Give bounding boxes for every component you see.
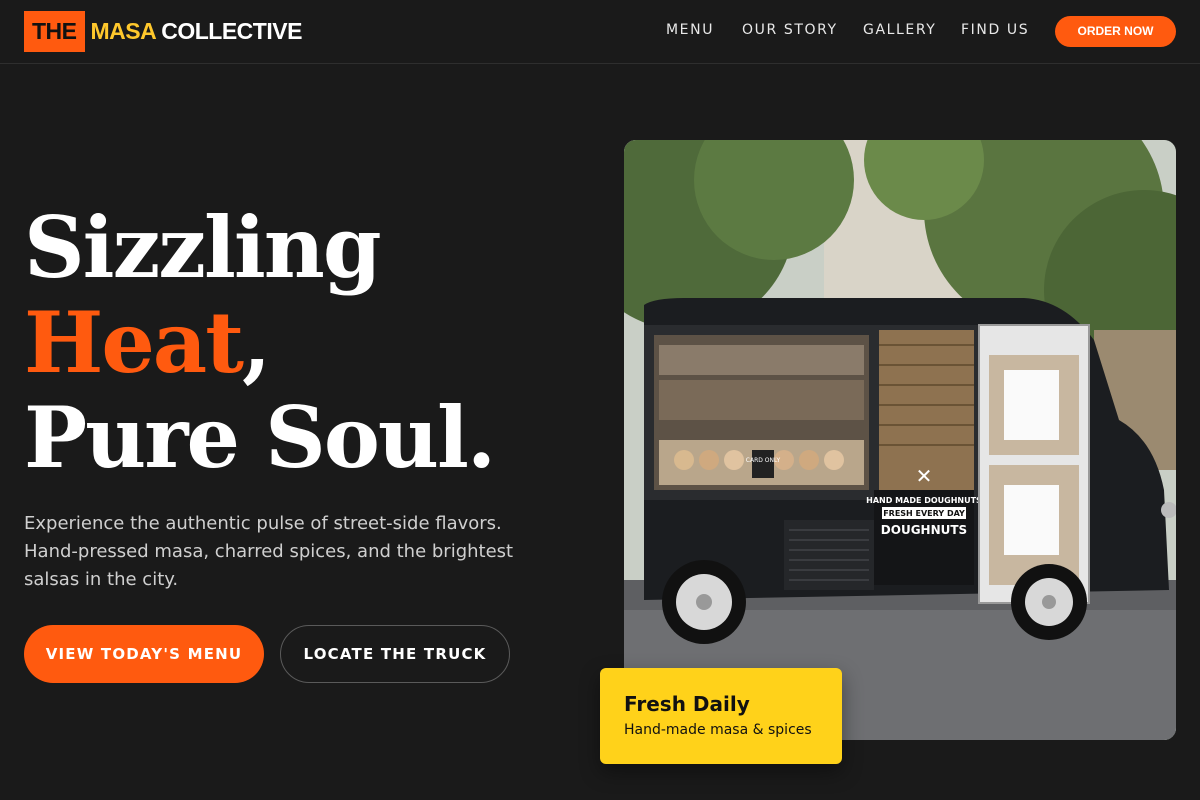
view-menu-button[interactable]: VIEW TODAY'S MENU <box>24 625 264 683</box>
nav-link-menu[interactable]: MENU <box>666 22 714 38</box>
truck-sign-line-1: HAND MADE DOUGHNUTS <box>866 496 982 505</box>
truck-sign-line-3: DOUGHNUTS <box>881 523 967 537</box>
nav-link-find-us[interactable]: FIND US <box>961 22 1029 38</box>
truck-sign-line-2: FRESH EVERY DAY <box>883 509 965 518</box>
headline-comma: , <box>242 293 271 392</box>
food-truck-photo: CARD ONLY ✕ HAND MADE DOUGHNUTS FRESH EV… <box>624 140 1176 740</box>
order-now-button[interactable]: ORDER NOW <box>1055 16 1176 47</box>
headline-accent: Heat <box>24 293 244 392</box>
headline-line-3: Pure Soul. <box>24 388 496 487</box>
hero-headline: Sizzling Heat, Pure Soul. <box>24 198 496 487</box>
hero-description: Experience the authentic pulse of street… <box>24 513 514 590</box>
food-truck-illustration: CARD ONLY ✕ HAND MADE DOUGHNUTS FRESH EV… <box>624 140 1176 740</box>
nav-link-our-story[interactable]: OUR STORY <box>742 22 838 38</box>
nav-link-gallery[interactable]: GALLERY <box>863 22 936 38</box>
truck-x-mark: ✕ <box>916 464 933 488</box>
headline-line-2: Heat, <box>24 295 494 390</box>
badge-subtitle: Hand-made masa & spices <box>624 722 812 738</box>
badge-title: Fresh Daily <box>624 692 750 716</box>
brand-logo[interactable]: THE MASA COLLECTIVE <box>24 11 302 52</box>
card-only-sign: CARD ONLY <box>746 457 781 464</box>
fresh-daily-badge: Fresh Daily Hand-made masa & spices <box>600 668 842 764</box>
locate-truck-button[interactable]: LOCATE THE TRUCK <box>280 625 510 683</box>
site-header: THE MASA COLLECTIVE MENU OUR STORY GALLE… <box>0 0 1200 64</box>
logo-end-text: COLLECTIVE <box>161 18 302 44</box>
logo-mid-text: MASA <box>90 18 157 44</box>
logo-box-text: THE <box>24 11 85 52</box>
headline-line-1: Sizzling <box>24 198 382 297</box>
